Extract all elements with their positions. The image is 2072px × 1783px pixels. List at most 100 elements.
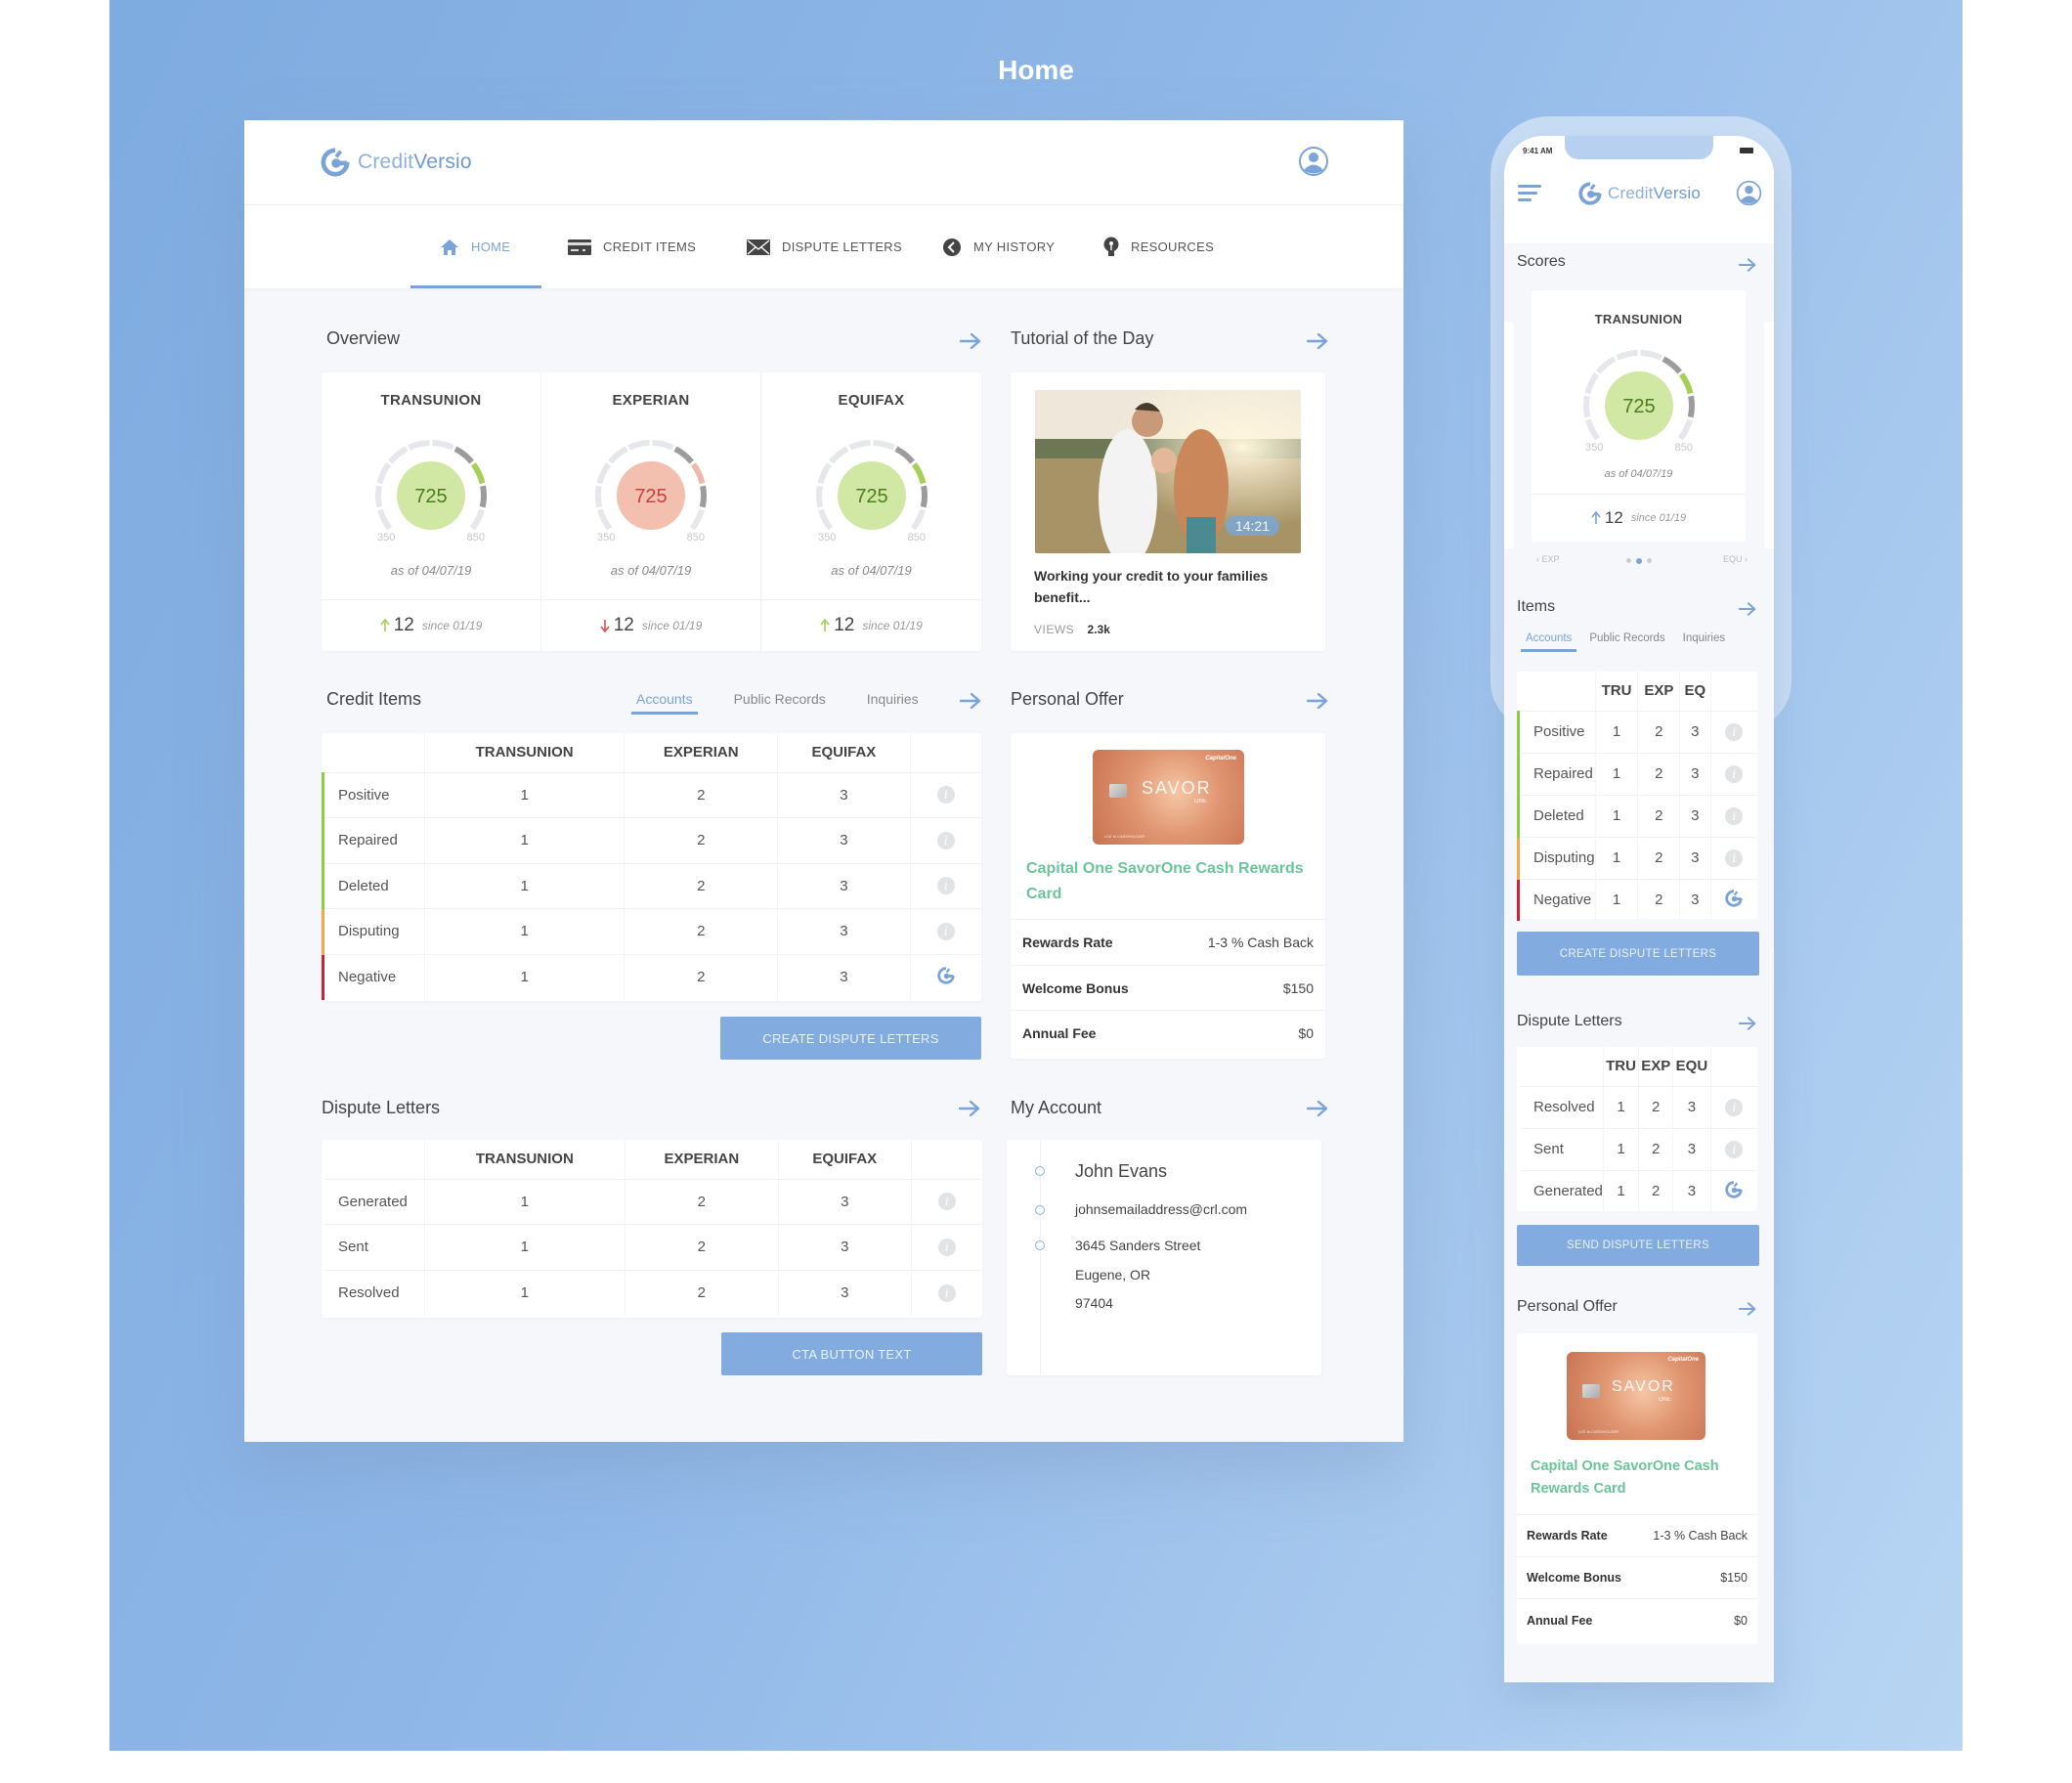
table-row[interactable]: Repaired 1 2 3 i bbox=[1517, 752, 1757, 795]
tab-inquiries[interactable]: Inquiries bbox=[867, 691, 919, 715]
info-icon[interactable]: i bbox=[936, 831, 955, 849]
score-card-transunion[interactable]: TRANSUNION 725 350 850 as of 04/07/19 12 s… bbox=[322, 372, 541, 651]
tab-accounts[interactable]: Accounts bbox=[631, 691, 698, 715]
user-profile-icon[interactable] bbox=[1298, 146, 1329, 177]
table-row[interactable]: Generated 1 2 3 bbox=[1518, 1169, 1757, 1212]
row-value: 3 bbox=[777, 771, 910, 818]
carousel-next[interactable]: EQU › bbox=[1723, 554, 1748, 564]
offer-card-name[interactable]: Capital One SavorOne Cash Rewards Card bbox=[1531, 1456, 1746, 1500]
dispute-action-icon[interactable] bbox=[1725, 1181, 1743, 1198]
carousel-dot[interactable] bbox=[1626, 558, 1631, 563]
dispute-action-icon[interactable] bbox=[937, 967, 955, 984]
row-action[interactable]: i bbox=[909, 817, 981, 863]
nav-credit-items[interactable]: CREDIT ITEMS bbox=[568, 205, 696, 288]
credit-card-image[interactable]: SAVOR ONE CapitalOne LEE M CARDHOLDER bbox=[1093, 750, 1244, 845]
overview-arrow-icon[interactable] bbox=[960, 333, 981, 349]
row-action[interactable] bbox=[1709, 1169, 1757, 1212]
table-row[interactable]: Positive 1 2 3 i bbox=[322, 771, 981, 818]
table-row[interactable]: Resolved 1 2 3 i bbox=[1518, 1085, 1757, 1128]
row-action[interactable]: i bbox=[1709, 710, 1757, 753]
table-row[interactable]: Generated 1 2 3 i bbox=[323, 1178, 982, 1225]
info-icon[interactable]: i bbox=[937, 1193, 956, 1211]
tab-public-records[interactable]: Public Records bbox=[1589, 632, 1664, 652]
tutorial-caption[interactable]: Working your credit to your families ben… bbox=[1034, 565, 1308, 608]
gauge-segment bbox=[1582, 395, 1590, 418]
hamburger-menu-icon[interactable] bbox=[1518, 185, 1541, 202]
table-row[interactable]: Disputing 1 2 3 i bbox=[322, 908, 981, 954]
mobile-scores-arrow-icon[interactable] bbox=[1739, 258, 1756, 272]
prev-score-card-peek[interactable] bbox=[1504, 322, 1514, 548]
row-action[interactable] bbox=[909, 953, 981, 1000]
tab-inquiries[interactable]: Inquiries bbox=[1683, 632, 1725, 652]
credit-items-table: TRANSUNION EXPERIAN EQUIFAX Positive 1 2 3 i Rep… bbox=[322, 733, 981, 1000]
offer-card-name[interactable]: Capital One SavorOne Cash Rewards Card bbox=[1026, 856, 1319, 906]
info-icon[interactable]: i bbox=[1725, 1098, 1744, 1116]
next-score-card-peek[interactable] bbox=[1764, 322, 1774, 548]
gauge-segment bbox=[920, 485, 928, 508]
row-action[interactable]: i bbox=[909, 862, 981, 909]
credit-items-arrow-icon[interactable] bbox=[960, 693, 981, 709]
table-row[interactable]: Sent 1 2 3 i bbox=[323, 1224, 982, 1270]
row-action[interactable]: i bbox=[910, 1178, 982, 1225]
row-action[interactable]: i bbox=[910, 1269, 982, 1316]
row-action[interactable]: i bbox=[1709, 794, 1757, 837]
nav-dispute-letters[interactable]: DISPUTE LETTERS bbox=[747, 205, 902, 288]
score-card-equifax[interactable]: EQUIFAX 725 350 850 as of 04/07/19 12 sinc… bbox=[761, 372, 981, 651]
row-action[interactable]: i bbox=[1709, 1085, 1757, 1128]
nav-resources[interactable]: RESOURCES bbox=[1103, 205, 1214, 288]
row-action[interactable]: i bbox=[910, 1224, 982, 1270]
info-icon[interactable]: i bbox=[937, 1283, 956, 1302]
table-row[interactable]: Positive 1 2 3 i bbox=[1517, 710, 1757, 753]
tab-accounts[interactable]: Accounts bbox=[1520, 632, 1577, 652]
row-action[interactable]: i bbox=[909, 771, 981, 818]
row-action[interactable]: i bbox=[909, 908, 981, 954]
tutorial-video-thumbnail[interactable]: 14:21 bbox=[1035, 390, 1301, 553]
send-dispute-letters-button[interactable]: SEND DISPUTE LETTERS bbox=[1517, 1225, 1759, 1266]
logo[interactable]: CreditVersio bbox=[321, 148, 472, 177]
info-icon[interactable]: i bbox=[936, 922, 955, 940]
info-icon[interactable]: i bbox=[1725, 1140, 1744, 1158]
header-empty bbox=[1518, 1047, 1604, 1087]
mobile-items-arrow-icon[interactable] bbox=[1739, 602, 1756, 616]
info-icon[interactable]: i bbox=[1725, 848, 1744, 867]
table-row[interactable]: Deleted 1 2 3 i bbox=[1517, 794, 1757, 837]
credit-card-image[interactable]: SAVOR ONE CapitalOne LEE M CARDHOLDER bbox=[1567, 1352, 1705, 1440]
personal-offer-arrow-icon[interactable] bbox=[1307, 693, 1328, 709]
row-action[interactable]: i bbox=[1709, 1127, 1757, 1170]
user-profile-icon[interactable] bbox=[1736, 180, 1762, 206]
dispute-letters-arrow-icon[interactable] bbox=[959, 1101, 980, 1116]
nav-home[interactable]: HOME bbox=[410, 205, 542, 288]
table-row[interactable]: Negative 1 2 3 bbox=[322, 953, 981, 1000]
create-dispute-letters-button[interactable]: CREATE DISPUTE LETTERS bbox=[720, 1017, 981, 1060]
dispute-action-icon[interactable] bbox=[1725, 890, 1743, 907]
info-icon[interactable]: i bbox=[1725, 764, 1744, 783]
score-card-experian[interactable]: EXPERIAN 725 350 850 as of 04/07/19 12 sin… bbox=[541, 372, 761, 651]
credit-card-icon bbox=[568, 239, 591, 255]
mobile-dispute-letters-arrow-icon[interactable] bbox=[1739, 1017, 1756, 1030]
carousel-dot-active[interactable] bbox=[1636, 557, 1642, 564]
table-row[interactable]: Deleted 1 2 3 i bbox=[322, 862, 981, 909]
tutorial-arrow-icon[interactable] bbox=[1307, 333, 1328, 349]
row-action[interactable] bbox=[1709, 878, 1757, 921]
info-icon[interactable]: i bbox=[936, 786, 955, 805]
table-row[interactable]: Disputing 1 2 3 i bbox=[1517, 836, 1757, 879]
info-icon[interactable]: i bbox=[937, 1238, 956, 1256]
cta-button[interactable]: CTA BUTTON TEXT bbox=[721, 1332, 982, 1375]
my-account-arrow-icon[interactable] bbox=[1307, 1101, 1328, 1116]
info-icon[interactable]: i bbox=[936, 877, 955, 895]
info-icon[interactable]: i bbox=[1725, 806, 1744, 825]
nav-my-history[interactable]: MY HISTORY bbox=[942, 205, 1055, 288]
mobile-logo[interactable]: CreditVersio bbox=[1578, 182, 1701, 205]
table-row[interactable]: Negative 1 2 3 bbox=[1517, 878, 1757, 921]
mobile-create-dispute-letters-button[interactable]: CREATE DISPUTE LETTERS bbox=[1517, 932, 1759, 976]
carousel-dot[interactable] bbox=[1647, 558, 1652, 563]
info-icon[interactable]: i bbox=[1725, 722, 1744, 741]
table-row[interactable]: Repaired 1 2 3 i bbox=[322, 817, 981, 863]
table-row[interactable]: Resolved 1 2 3 i bbox=[323, 1269, 982, 1316]
tab-public-records[interactable]: Public Records bbox=[734, 691, 826, 715]
table-row[interactable]: Sent 1 2 3 i bbox=[1518, 1127, 1757, 1170]
row-action[interactable]: i bbox=[1709, 752, 1757, 795]
row-action[interactable]: i bbox=[1709, 836, 1757, 879]
mobile-personal-offer-arrow-icon[interactable] bbox=[1739, 1302, 1756, 1316]
carousel-prev[interactable]: ‹ EXP bbox=[1536, 554, 1560, 564]
